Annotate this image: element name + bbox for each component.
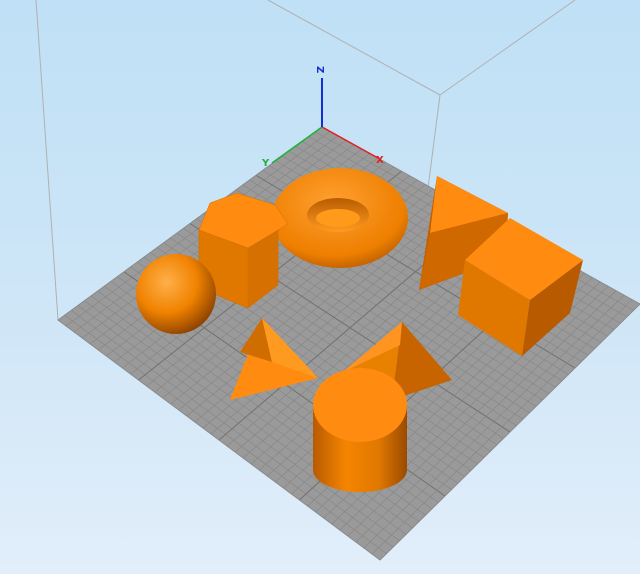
y-axis-label: Y [261, 158, 270, 169]
sphere-object[interactable] [136, 254, 216, 334]
x-axis-label: X [376, 155, 384, 166]
scene-canvas[interactable]: X Y Z [0, 0, 640, 574]
3d-viewport[interactable]: X Y Z [0, 0, 640, 574]
cylinder-object[interactable] [313, 368, 407, 492]
torus-object[interactable] [272, 168, 408, 268]
z-axis-label: Z [314, 66, 325, 73]
